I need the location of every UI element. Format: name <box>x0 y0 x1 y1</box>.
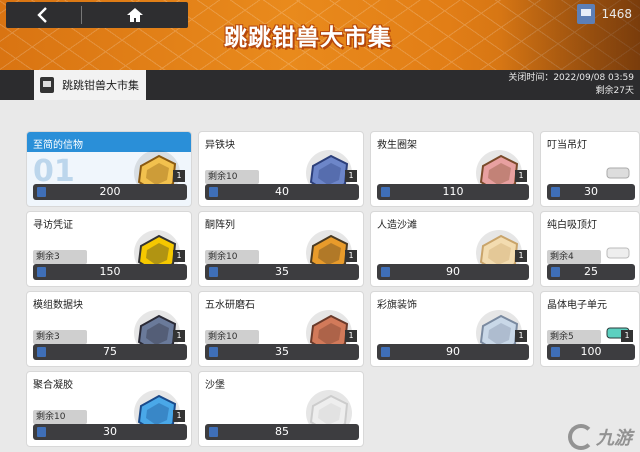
item-card[interactable]: 彩旗装饰 1 90 <box>370 291 534 367</box>
quantity-badge: 1 <box>345 250 357 262</box>
item-name: 至简的信物 <box>33 140 83 151</box>
item-card[interactable]: 至简的信物 01 1 200 <box>26 131 192 207</box>
price-bar: 200 <box>33 184 187 200</box>
item-card[interactable]: 纯白吸顶灯剩余4 25 <box>540 211 640 287</box>
item-name: 五水研磨石 <box>205 300 255 311</box>
back-button[interactable] <box>6 2 80 28</box>
item-price: 110 <box>442 185 464 198</box>
item-price: 90 <box>446 345 460 358</box>
item-card[interactable]: 沙堡 85 <box>198 371 364 447</box>
quantity-badge: 1 <box>173 410 185 422</box>
page-title: 跳跳钳兽大市集 <box>224 25 392 51</box>
home-button[interactable] <box>82 2 188 28</box>
quantity-badge: 1 <box>345 330 357 342</box>
price-bar: 35 <box>205 264 359 280</box>
remaining-days: 剩余27天 <box>595 86 634 96</box>
tab-shop[interactable]: 跳跳钳兽大市集 <box>34 70 146 100</box>
remaining-stock: 剩余10 <box>205 170 259 184</box>
remaining-stock: 剩余3 <box>33 330 87 344</box>
item-price: 25 <box>584 265 598 278</box>
quantity-badge: 1 <box>173 250 185 262</box>
item-price: 150 <box>99 265 121 278</box>
item-price: 100 <box>580 345 602 358</box>
remaining-stock: 剩余10 <box>205 250 259 264</box>
quantity-badge: 1 <box>173 330 185 342</box>
item-card[interactable]: 人造沙滩 1 90 <box>370 211 534 287</box>
currency-value: 1468 <box>601 7 632 21</box>
item-card[interactable]: 救生圈架 1 110 <box>370 131 534 207</box>
quantity-badge: 1 <box>515 330 527 342</box>
watermark-text: 九游 <box>596 428 632 449</box>
shop-tab-icon <box>40 77 54 93</box>
item-card[interactable]: 寻访凭证剩余3 1 150 <box>26 211 192 287</box>
item-name: 酮阵列 <box>205 220 235 231</box>
item-name: 聚合凝胶 <box>33 380 73 391</box>
watermark-logo-icon <box>568 424 594 450</box>
item-price: 40 <box>275 185 289 198</box>
item-name: 叮当吊灯 <box>547 140 587 151</box>
price-bar: 150 <box>33 264 187 280</box>
item-price: 75 <box>103 345 117 358</box>
price-bar: 100 <box>547 344 635 360</box>
certificate-icon <box>577 4 596 24</box>
price-bar: 90 <box>377 264 529 280</box>
item-price: 30 <box>584 185 598 198</box>
price-bar: 75 <box>33 344 187 360</box>
remaining-stock: 剩余4 <box>547 250 601 264</box>
item-price: 85 <box>275 425 289 438</box>
item-name: 人造沙滩 <box>377 220 417 231</box>
price-bar: 35 <box>205 344 359 360</box>
item-price: 35 <box>275 345 289 358</box>
item-name: 沙堡 <box>205 380 225 391</box>
price-bar: 90 <box>377 344 529 360</box>
back-arrow-icon <box>37 7 47 23</box>
quantity-badge: 1 <box>345 170 357 182</box>
item-name: 救生圈架 <box>377 140 417 151</box>
remaining-stock: 剩余10 <box>205 330 259 344</box>
watermark: 九游 <box>568 424 632 450</box>
item-card[interactable]: 晶体电子单元 剩余5 1 100 <box>540 291 640 367</box>
item-card[interactable]: 叮当吊灯 30 <box>540 131 640 207</box>
item-name: 寻访凭证 <box>33 220 73 231</box>
tab-label: 跳跳钳兽大市集 <box>62 79 139 92</box>
price-bar: 25 <box>547 264 635 280</box>
item-card[interactable]: 酮阵列剩余10 1 35 <box>198 211 364 287</box>
price-bar: 85 <box>205 424 359 440</box>
remaining-stock: 剩余3 <box>33 250 87 264</box>
item-name: 纯白吸顶灯 <box>547 220 597 231</box>
item-name: 异铁块 <box>205 140 235 151</box>
home-icon <box>127 8 143 22</box>
item-card[interactable]: 聚合凝胶剩余10 1 30 <box>26 371 192 447</box>
item-price: 30 <box>103 425 117 438</box>
quantity-badge: 1 <box>173 170 185 182</box>
close-info: 关闭时间：2022/09/08 03:59 剩余27天 <box>508 72 634 98</box>
remaining-stock: 剩余5 <box>547 330 601 344</box>
item-name: 彩旗装饰 <box>377 300 417 311</box>
quantity-badge: 1 <box>515 170 527 182</box>
quantity-badge: 1 <box>621 330 633 342</box>
item-name: 模组数据块 <box>33 300 83 311</box>
price-bar: 30 <box>33 424 187 440</box>
item-name: 晶体电子单元 <box>547 300 607 311</box>
item-price: 90 <box>446 265 460 278</box>
item-card[interactable]: 异铁块剩余10 1 40 <box>198 131 364 207</box>
close-time: 关闭时间：2022/09/08 03:59 <box>508 73 634 83</box>
item-price: 35 <box>275 265 289 278</box>
remaining-stock: 剩余10 <box>33 410 87 424</box>
price-bar: 30 <box>547 184 635 200</box>
currency-display: 1468 <box>577 4 632 24</box>
item-card[interactable]: 五水研磨石剩余10 1 35 <box>198 291 364 367</box>
price-bar: 40 <box>205 184 359 200</box>
item-price: 200 <box>99 185 121 198</box>
item-card[interactable]: 模组数据块剩余3 1 75 <box>26 291 192 367</box>
quantity-badge: 1 <box>515 250 527 262</box>
price-bar: 110 <box>377 184 529 200</box>
